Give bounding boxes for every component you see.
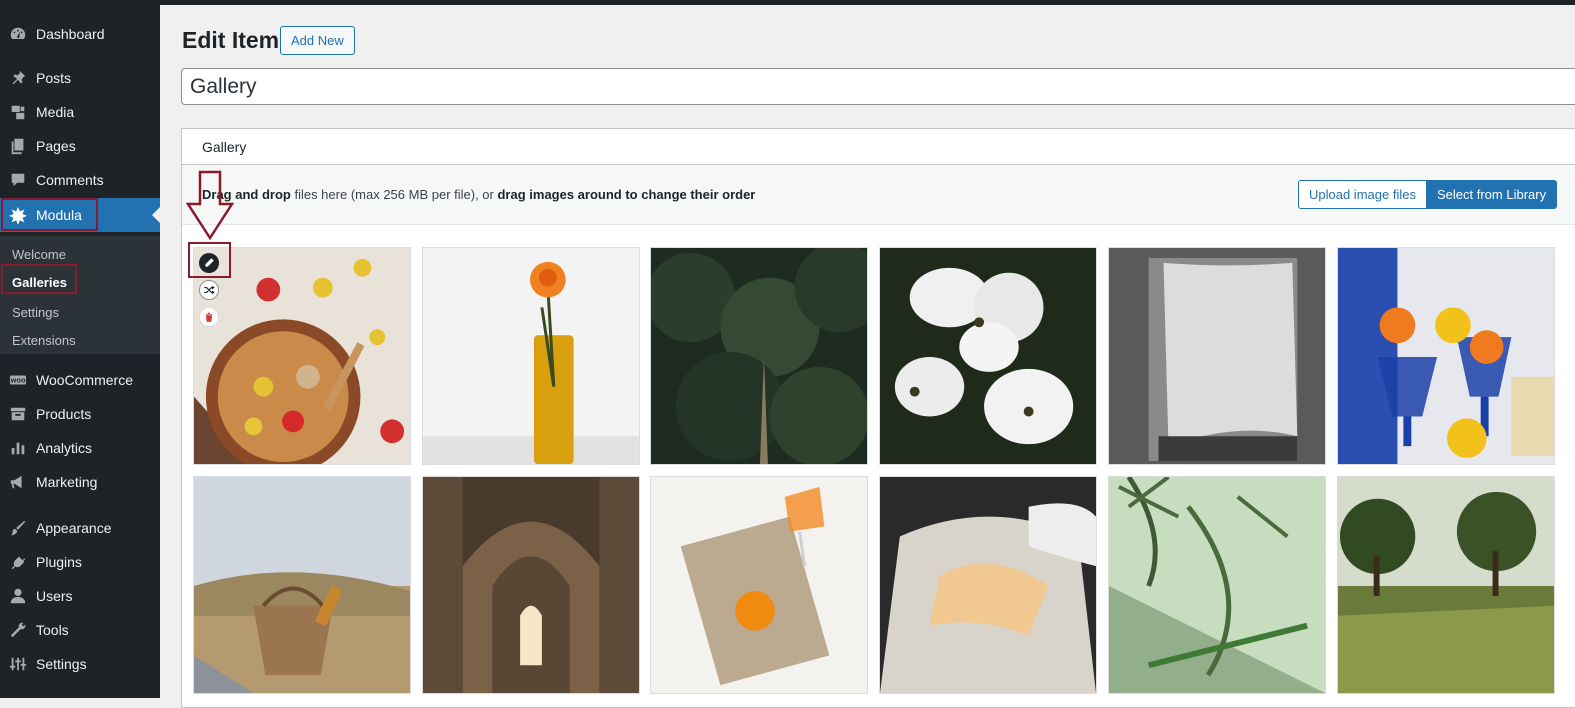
dashboard-icon [8,24,28,44]
gallery-thumbnail[interactable] [879,476,1097,694]
sliders-icon [8,654,28,674]
sidebar-item-label: Analytics [36,440,93,456]
sidebar-item-label: Marketing [36,474,98,490]
sidebar-item-appearance[interactable]: Appearance [0,511,160,545]
forest-image [651,248,867,464]
sidebar-item-label: WooCommerce [36,372,133,388]
book-orange-image [651,477,867,693]
sidebar-item-label: Plugins [36,554,82,570]
sidebar-item-label: Tools [36,622,69,638]
shuffle-icon [204,285,215,295]
sidebar-item-label: Settings [36,656,87,672]
sidebar-item-users[interactable]: Users [0,579,160,613]
upload-dropzone[interactable]: Drag and drop files here (max 256 MB per… [182,165,1575,225]
delete-image-button[interactable] [199,307,219,327]
trash-icon [205,312,213,322]
sidebar-item-woocommerce[interactable]: WOO WooCommerce [0,363,160,397]
upload-image-files-button[interactable]: Upload image files [1298,180,1427,209]
active-menu-pointer [152,207,160,223]
sidebar-item-tools[interactable]: Tools [0,613,160,647]
sidebar-item-label: Media [36,104,75,120]
gallery-title-input[interactable]: Gallery [181,68,1575,105]
sidebar-item-label: Dashboard [36,26,105,42]
sidebar-item-comments[interactable]: Comments [0,163,160,197]
modula-submenu: Welcome Galleries Settings Extensions [0,236,160,354]
page-title: Edit Item [182,27,280,53]
annotation-down-arrow-icon [186,170,234,241]
sidebar-item-pages[interactable]: Pages [0,129,160,163]
sidebar-item-settings[interactable]: Settings [0,647,160,681]
fruit-bowl-image [194,248,410,464]
annotation-box-edit-tool [188,242,231,278]
user-icon [8,586,28,606]
gallery-thumbnail[interactable] [879,247,1097,465]
brush-icon [8,518,28,538]
plug-icon [8,552,28,572]
sidebar-item-posts[interactable]: Posts [0,61,160,95]
svg-text:WOO: WOO [10,378,25,384]
panel-tab-gallery[interactable]: Gallery [182,129,1575,165]
annotation-box-modula [1,198,98,231]
submenu-item-settings[interactable]: Settings [12,305,59,320]
sidebar-item-dashboard[interactable]: Dashboard [0,17,160,51]
abbey-ruins-image [423,477,639,693]
glasses-lemons-image [1338,248,1554,464]
megaphone-icon [8,472,28,492]
sidebar-item-label: Users [36,588,73,604]
admin-sidebar: Dashboard Posts Media Pages Comments Mod… [0,5,160,698]
flower-vase-image [423,248,639,464]
sidebar-item-label: Pages [36,138,76,154]
sidebar-item-products[interactable]: Products [0,397,160,431]
palm-shadow-image [1109,477,1325,693]
replace-image-button[interactable] [199,280,219,300]
select-from-library-button[interactable]: Select from Library [1426,180,1558,209]
sidebar-item-label: Appearance [36,520,112,536]
drop-text-bold-2: drag images around to change their order [497,187,756,202]
gallery-panel: Gallery Drag and drop files here (max 25… [181,128,1575,708]
gallery-thumbnail[interactable] [650,476,868,694]
gallery-thumbnail[interactable] [650,247,868,465]
gallery-thumbnail[interactable] [422,247,640,465]
gallery-thumbnail[interactable] [422,476,640,694]
media-icon [8,102,28,122]
add-new-button[interactable]: Add New [280,26,355,55]
sidebar-item-media[interactable]: Media [0,95,160,129]
dropzone-instructions: Drag and drop files here (max 256 MB per… [202,187,755,202]
white-flowers-image [880,248,1096,464]
archive-icon [8,404,28,424]
pages-icon [8,136,28,156]
submenu-item-extensions[interactable]: Extensions [12,333,76,348]
window-curtain-image [1109,248,1325,464]
submenu-item-welcome[interactable]: Welcome [12,247,66,262]
basket-dunes-image [194,477,410,693]
sidebar-item-label: Comments [36,172,104,188]
sidebar-item-label: Products [36,406,92,422]
annotation-box-galleries [1,264,77,294]
gallery-thumbnail[interactable] [193,247,411,465]
bed-sheets-image [880,477,1096,693]
woocommerce-icon: WOO [8,370,28,390]
gallery-thumbnail[interactable] [1337,476,1555,694]
bar-chart-icon [8,438,28,458]
gallery-thumbnail[interactable] [1108,476,1326,694]
comment-icon [8,170,28,190]
sidebar-item-label: Posts [36,70,72,86]
sidebar-item-analytics[interactable]: Analytics [0,431,160,465]
field-trees-image [1338,477,1554,693]
gallery-thumbnail[interactable] [1337,247,1555,465]
sidebar-item-plugins[interactable]: Plugins [0,545,160,579]
gallery-thumbnail[interactable] [193,476,411,694]
wrench-icon [8,620,28,640]
gallery-thumbnail[interactable] [1108,247,1326,465]
main-content: Edit Item Add New Gallery Gallery Drag a… [160,5,1575,708]
pin-icon [8,68,28,88]
sidebar-item-marketing[interactable]: Marketing [0,465,160,499]
drop-text-plain: files here (max 256 MB per file), or [290,187,498,202]
